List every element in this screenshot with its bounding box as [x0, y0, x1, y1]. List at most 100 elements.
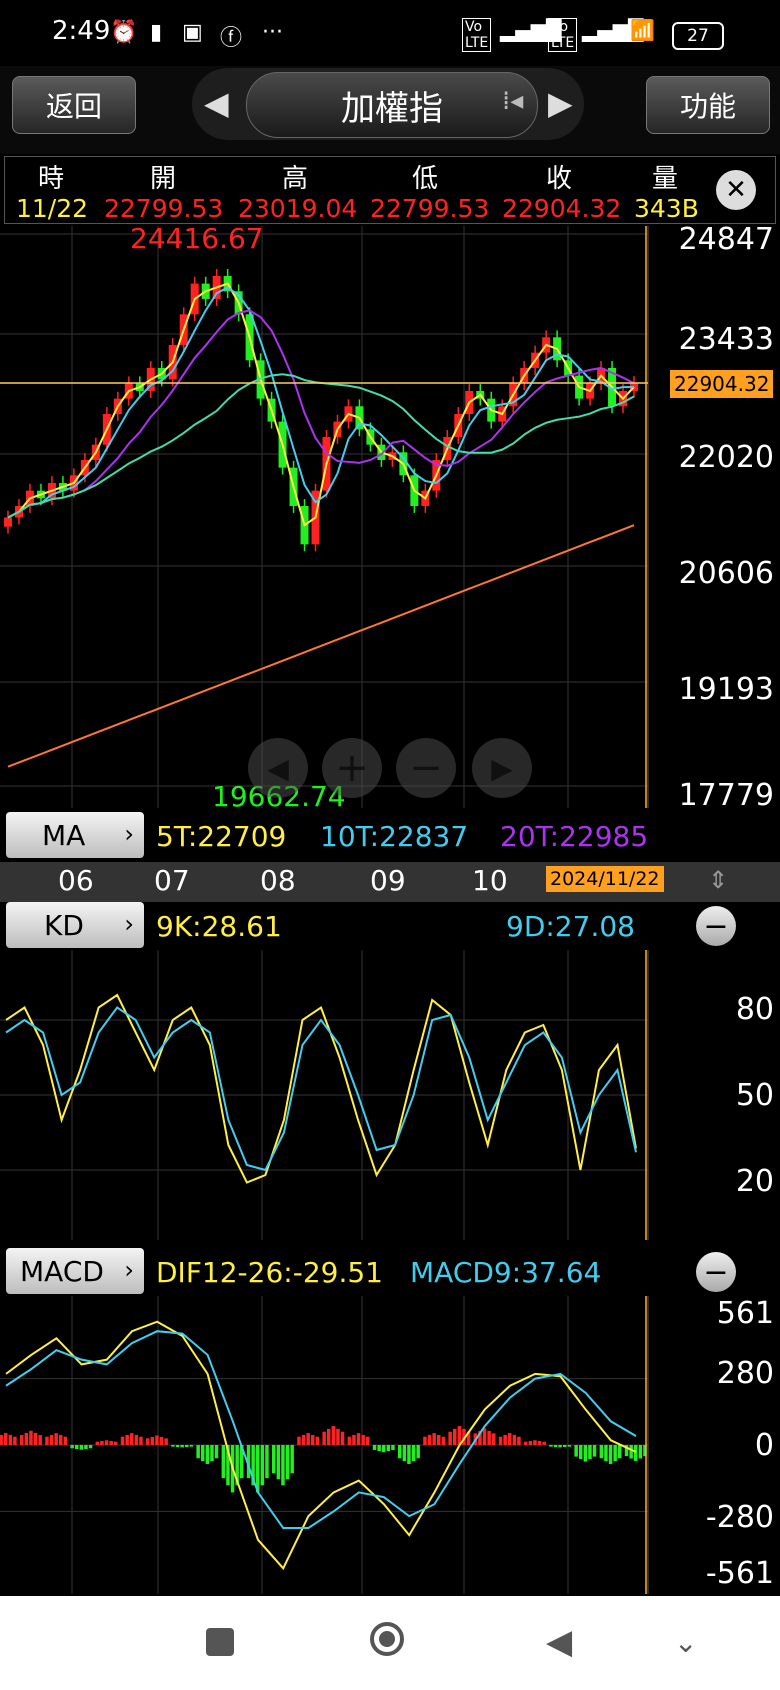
dif-legend: DIF12-26:-29.51 — [156, 1256, 383, 1289]
osc-bar — [524, 1441, 528, 1445]
quote-header-open: 開 — [150, 164, 177, 194]
home-icon[interactable] — [370, 1622, 404, 1656]
zoom-in-icon[interactable]: + — [322, 738, 382, 798]
quote-header-close: 收 — [546, 164, 573, 194]
y-tick-label: 23433 — [678, 322, 774, 357]
osc-bar — [517, 1436, 521, 1445]
more-icon: ··· — [262, 20, 283, 45]
osc-bar — [382, 1445, 386, 1453]
prev-arrow-icon[interactable]: ◀ — [204, 84, 229, 122]
osc-bar — [327, 1428, 331, 1445]
x-tick-label: 07 — [154, 864, 190, 897]
drag-handle-icon[interactable]: ⁞◂ — [502, 86, 523, 116]
osc-bar — [553, 1445, 558, 1448]
osc-bar — [155, 1435, 159, 1445]
d-line — [5, 1006, 637, 1172]
quote-open: 22799.53 — [104, 194, 224, 223]
macd-button[interactable]: MACD › — [6, 1248, 144, 1294]
osc-bar — [574, 1445, 578, 1457]
kd-button[interactable]: KD › — [6, 902, 144, 948]
ma10-line — [7, 286, 635, 519]
osc-bar — [347, 1436, 352, 1445]
osc-bar — [453, 1428, 457, 1445]
quote-date: 11/22 — [16, 194, 89, 223]
osc-bar — [13, 1436, 17, 1445]
high-price-label: 24416.67 — [130, 222, 264, 255]
osc-bar — [8, 1434, 13, 1445]
osc-bar — [285, 1445, 290, 1480]
macd-button-label: MACD — [20, 1254, 104, 1288]
collapse-kd-icon[interactable]: − — [696, 906, 736, 946]
alarm-icon: ⏰ — [110, 20, 138, 45]
k-legend: 9K:28.61 — [156, 910, 282, 943]
osc-bar — [356, 1433, 361, 1445]
ma10-legend: 10T:22837 — [320, 820, 469, 853]
back-nav-icon[interactable]: ◀ — [546, 1622, 572, 1662]
osc-bar — [201, 1445, 205, 1462]
osc-bar — [171, 1445, 175, 1447]
macd-chart[interactable] — [0, 1296, 660, 1594]
osc-bar — [125, 1434, 129, 1445]
close-icon[interactable]: ✕ — [716, 170, 756, 210]
osc-bar — [281, 1445, 285, 1486]
kd-y-tick: 80 — [735, 992, 774, 1027]
osc-bar — [482, 1428, 487, 1445]
recent-apps-icon[interactable] — [206, 1628, 234, 1656]
osc-bar — [503, 1434, 507, 1445]
osc-bar — [411, 1445, 416, 1462]
osc-bar — [180, 1445, 184, 1448]
volte-icon: Vo LTE — [462, 18, 492, 52]
contact-icon: ▣ — [182, 20, 203, 45]
x-tick-label: 10 — [472, 864, 508, 897]
y-tick-label: 24847 — [678, 222, 774, 257]
ma-button-label: MA — [42, 818, 86, 852]
osc-bar — [134, 1434, 139, 1445]
osc-bar — [59, 1434, 63, 1445]
sim-card-icon: ▮ — [150, 20, 163, 45]
osc-bar — [416, 1445, 420, 1459]
osc-bar — [4, 1433, 8, 1445]
osc-bar — [398, 1445, 402, 1459]
x-tick-label: 09 — [370, 864, 406, 897]
y-tick-label: 22020 — [678, 440, 774, 475]
osc-bar — [70, 1445, 74, 1449]
kd-chart[interactable] — [0, 950, 660, 1240]
ma-button[interactable]: MA › — [6, 812, 144, 858]
osc-bar — [512, 1434, 517, 1445]
status-bar: 2:49 ⏰ ▮ ▣ ⓕ ··· Vo LTE ▂▄▆█ Vo LTE ▂▄▆█ 📶… — [0, 0, 780, 66]
page-title[interactable]: 加權指 — [246, 72, 538, 138]
macd-y-tick: -280 — [705, 1500, 774, 1535]
zoom-out-icon[interactable]: − — [396, 738, 456, 798]
resize-handle-icon[interactable]: ⇕ — [708, 866, 728, 894]
osc-bar — [150, 1436, 155, 1445]
osc-bar — [79, 1445, 84, 1450]
osc-bar — [613, 1445, 617, 1462]
collapse-macd-icon[interactable]: − — [696, 1252, 736, 1292]
osc-bar — [558, 1445, 562, 1448]
osc-bar — [599, 1445, 604, 1459]
osc-bar — [588, 1445, 592, 1460]
scroll-left-icon[interactable]: ◀ — [248, 738, 308, 798]
keyboard-hide-icon[interactable]: ⌄ — [674, 1626, 697, 1659]
osc-bar — [75, 1445, 79, 1450]
quote-header-low: 低 — [412, 164, 439, 194]
osc-bar — [448, 1431, 452, 1445]
price-chart[interactable] — [0, 226, 660, 808]
wifi-icon: 📶 — [630, 18, 655, 42]
osc-bar — [297, 1436, 301, 1445]
quote-header-volume: 量 — [652, 164, 679, 194]
osc-bar — [185, 1445, 189, 1448]
osc-bar — [33, 1432, 38, 1445]
menu-button[interactable]: 功能 — [646, 76, 770, 134]
osc-bar — [583, 1445, 588, 1462]
osc-bar — [45, 1436, 49, 1445]
ma240-line — [7, 524, 635, 768]
osc-bar — [276, 1445, 281, 1480]
candle-body — [4, 517, 12, 527]
back-button[interactable]: 返回 — [12, 76, 136, 134]
scroll-right-icon[interactable]: ▶ — [472, 738, 532, 798]
osc-bar — [88, 1445, 93, 1449]
chevron-right-icon: › — [124, 820, 134, 848]
kd-y-tick: 50 — [735, 1078, 774, 1113]
next-arrow-icon[interactable]: ▶ — [548, 84, 573, 122]
